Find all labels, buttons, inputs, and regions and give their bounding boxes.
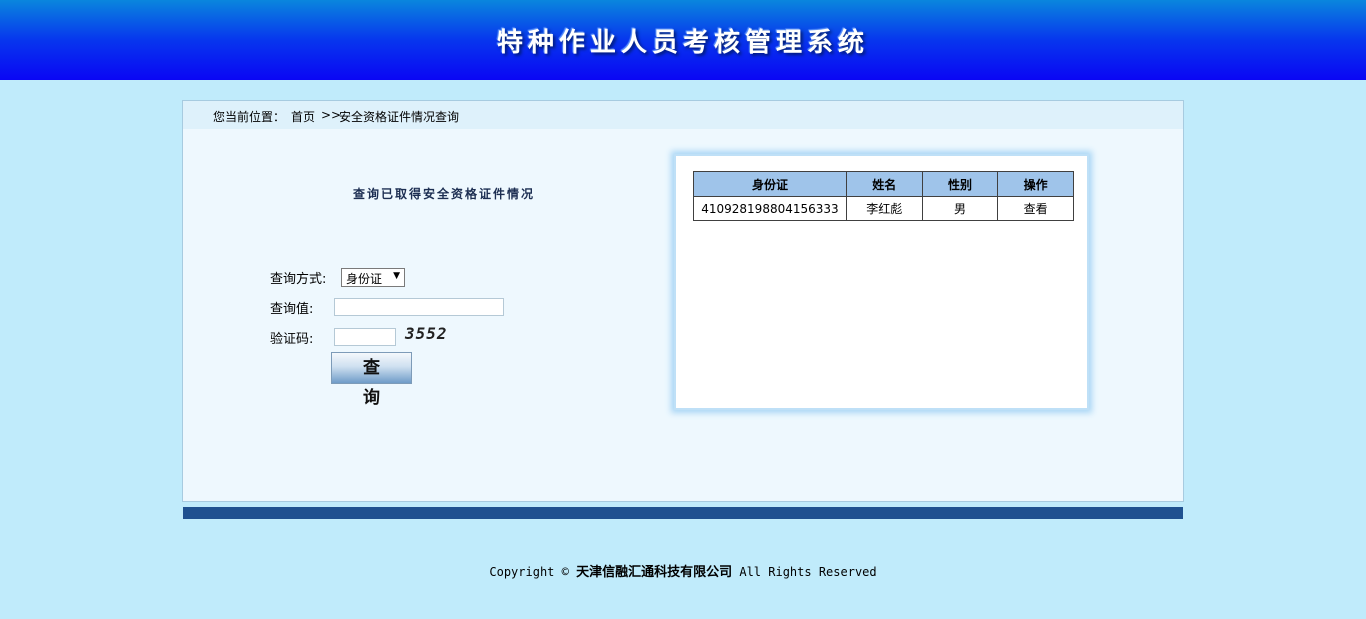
- dropdown-arrow-icon: ▼: [393, 271, 400, 281]
- footer: Copyright © 天津信融汇通科技有限公司 All Rights Rese…: [0, 561, 1366, 580]
- main-panel: 您当前位置： 首页 >> 安全资格证件情况查询 查询已取得安全资格证件情况 查询…: [182, 100, 1184, 502]
- results-table: 身份证 姓名 性别 操作 410928198804156333 李红彪 男 查看: [693, 171, 1074, 221]
- query-form-title: 查询已取得安全资格证件情况: [353, 187, 536, 201]
- captcha-input[interactable]: [334, 328, 396, 346]
- copyright-prefix: Copyright ©: [489, 565, 569, 579]
- results-box: 身份证 姓名 性别 操作 410928198804156333 李红彪 男 查看: [674, 154, 1089, 410]
- query-mode-value: 身份证: [346, 272, 383, 286]
- captcha-image[interactable]: 3552: [405, 324, 448, 343]
- query-mode-label: 查询方式:: [270, 272, 327, 287]
- header-banner: 特种作业人员考核管理系统: [0, 0, 1366, 80]
- column-header-name: 姓名: [845, 171, 923, 197]
- column-header-action: 操作: [997, 171, 1074, 197]
- cell-name: 李红彪: [845, 196, 923, 221]
- query-value-label: 查询值:: [270, 302, 314, 317]
- cell-id-number: 410928198804156333: [693, 196, 847, 221]
- system-title: 特种作业人员考核管理系统: [496, 28, 869, 58]
- cell-gender: 男: [921, 196, 999, 221]
- query-submit-button[interactable]: 查 询: [331, 352, 412, 408]
- column-header-id: 身份证: [693, 171, 847, 197]
- breadcrumb-home-link[interactable]: 首页: [291, 108, 315, 125]
- table-row: 410928198804156333 李红彪 男 查看: [693, 196, 1074, 221]
- query-value-input[interactable]: [334, 298, 504, 316]
- breadcrumb-current: 安全资格证件情况查询: [339, 110, 460, 124]
- company-name: 天津信融汇通科技有限公司: [576, 565, 733, 580]
- breadcrumb: 您当前位置： 首页 >> 安全资格证件情况查询: [183, 101, 1183, 129]
- bottom-divider-bar: [183, 507, 1183, 519]
- copyright-suffix: All Rights Reserved: [739, 565, 877, 579]
- breadcrumb-prefix: 您当前位置：: [213, 110, 286, 124]
- captcha-label: 验证码:: [270, 332, 314, 347]
- results-header-row: 身份证 姓名 性别 操作: [693, 171, 1074, 197]
- column-header-gender: 性别: [921, 171, 999, 197]
- query-mode-select[interactable]: 身份证 ▼: [341, 268, 405, 287]
- view-link[interactable]: 查看: [997, 196, 1074, 221]
